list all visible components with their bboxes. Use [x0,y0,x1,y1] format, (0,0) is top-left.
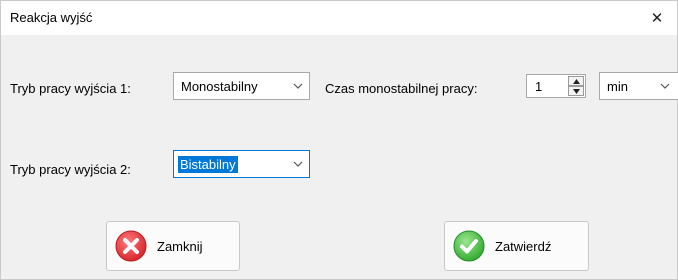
checkmark-icon [453,230,485,262]
confirm-button[interactable]: Zatwierdź [444,221,589,271]
monostable-time-spinner[interactable]: 1 [526,74,586,98]
output2-mode-select[interactable]: Bistabilny [173,150,310,178]
output1-mode-value: Monostabilny [181,78,258,94]
confirm-button-label: Zatwierdź [495,238,552,254]
time-unit-select[interactable]: min [599,72,678,100]
spin-down-button[interactable] [568,86,584,96]
output1-mode-label: Tryb pracy wyjścia 1: [10,81,131,96]
chevron-down-icon [293,161,303,167]
monostable-time-label: Czas monostabilnej pracy: [325,81,478,96]
spin-up-button[interactable] [568,76,584,86]
output2-mode-label: Tryb pracy wyjścia 2: [10,162,131,177]
close-icon: ✕ [650,10,664,27]
triangle-up-icon [572,78,580,84]
output1-mode-select[interactable]: Monostabilny [173,72,310,100]
output2-mode-value: Bistabilny [178,155,238,173]
dialog-window: Reakcja wyjść ✕ Tryb pracy wyjścia 1: Mo… [0,0,678,280]
chevron-down-icon [660,83,670,89]
time-unit-value: min [607,78,628,94]
close-window-button[interactable]: ✕ [637,1,677,35]
monostable-time-value: 1 [535,79,543,94]
title-bar: Reakcja wyjść ✕ [1,1,677,35]
close-button-label: Zamknij [157,238,203,254]
triangle-down-icon [572,88,580,94]
error-x-icon [115,230,147,262]
window-title: Reakcja wyjść [10,10,93,25]
close-button[interactable]: Zamknij [106,221,240,271]
chevron-down-icon [293,83,303,89]
